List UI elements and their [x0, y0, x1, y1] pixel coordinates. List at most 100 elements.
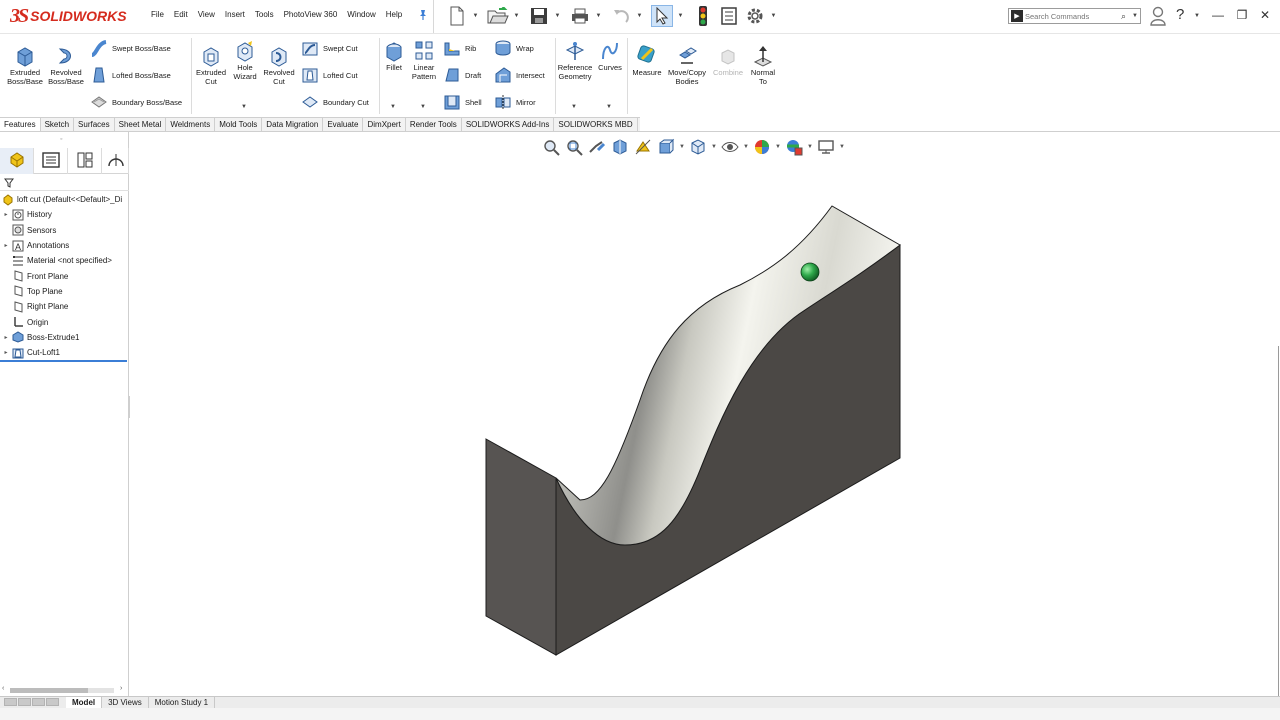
search-commands-input[interactable]	[1025, 11, 1121, 21]
tree-item-history[interactable]: ▸ History	[0, 207, 129, 222]
close-button[interactable]: ✕	[1257, 8, 1273, 24]
tab-render-tools[interactable]: Render Tools	[406, 118, 462, 131]
open-dropdown-icon[interactable]: ▼	[513, 5, 520, 27]
tree-item-cut-loft1[interactable]: ▸ Cut-Loft1	[0, 345, 129, 360]
display-style-dropdown-icon[interactable]: ▼	[711, 144, 717, 150]
last-tab-icon[interactable]	[46, 697, 59, 706]
reference-geometry-dropdown-icon[interactable]: ▼	[571, 104, 577, 110]
select-arrow-icon[interactable]	[651, 5, 673, 27]
tree-item-front-plane[interactable]: Front Plane	[0, 268, 129, 283]
tree-item-boss-extrude1[interactable]: ▸ Boss-Extrude1	[0, 330, 129, 345]
print-icon[interactable]	[569, 5, 591, 27]
tab-weldments[interactable]: Weldments	[166, 118, 216, 131]
reference-geometry-button[interactable]: Reference Geometry	[556, 39, 594, 81]
undo-icon[interactable]	[610, 5, 632, 27]
revolved-boss-button[interactable]: Revolved Boss/Base	[46, 44, 86, 86]
menu-edit[interactable]: Edit	[169, 10, 193, 19]
expand-arrow-icon[interactable]: ▸	[0, 334, 12, 341]
rib-button[interactable]: Rib	[442, 38, 476, 58]
options-dropdown-icon[interactable]: ▼	[770, 5, 777, 27]
shell-button[interactable]: Shell	[442, 92, 482, 112]
hide-show-items-icon[interactable]	[720, 137, 740, 157]
dimxpert-manager-tab[interactable]	[102, 148, 129, 174]
search-commands-box[interactable]: ▶ ⌕ ▼	[1008, 8, 1141, 24]
curves-dropdown-icon[interactable]: ▼	[606, 104, 612, 110]
file-properties-icon[interactable]	[718, 5, 740, 27]
search-icon[interactable]: ⌕	[1121, 11, 1132, 22]
user-account-icon[interactable]	[1150, 6, 1166, 26]
view-settings-icon[interactable]	[816, 137, 836, 157]
hole-wizard-dropdown-icon[interactable]: ▼	[241, 104, 247, 110]
save-icon[interactable]	[528, 5, 550, 27]
feature-manager-tab[interactable]	[0, 148, 34, 174]
curves-button[interactable]: Curves	[596, 39, 624, 73]
extruded-cut-button[interactable]: Extruded Cut	[192, 44, 230, 86]
boundary-boss-button[interactable]: Boundary Boss/Base	[89, 92, 182, 112]
tree-root-part[interactable]: loft cut (Default<<Default>_Di	[0, 192, 129, 207]
tab-navigation-arrows[interactable]	[4, 697, 66, 708]
expand-arrow-icon[interactable]: ▸	[0, 242, 12, 249]
lofted-cut-button[interactable]: Lofted Cut	[300, 65, 358, 85]
tab-evaluate[interactable]: Evaluate	[323, 118, 364, 131]
move-copy-bodies-button[interactable]: Move/Copy Bodies	[664, 44, 710, 86]
hole-wizard-button[interactable]: Hole Wizard	[229, 39, 261, 81]
scroll-left-icon[interactable]: ‹	[2, 685, 4, 692]
fillet-button[interactable]: Fillet	[382, 39, 406, 73]
apply-scene-icon[interactable]	[784, 137, 804, 157]
intersect-button[interactable]: Intersect	[493, 65, 545, 85]
tab-model[interactable]: Model	[66, 697, 103, 708]
pin-menu-icon[interactable]	[418, 9, 428, 21]
search-dropdown-icon[interactable]: ▼	[1132, 13, 1140, 19]
filter-icon[interactable]	[4, 178, 14, 188]
menu-file[interactable]: File	[146, 10, 169, 19]
appearance-dropdown-icon[interactable]: ▼	[775, 144, 781, 150]
search-scope-icon[interactable]: ▶	[1011, 10, 1023, 22]
save-dropdown-icon[interactable]: ▼	[554, 5, 561, 27]
scroll-right-icon[interactable]: ›	[120, 685, 122, 692]
tree-item-annotations[interactable]: ▸ A Annotations	[0, 238, 129, 253]
graphics-area[interactable]	[130, 132, 1280, 696]
minimize-button[interactable]: —	[1210, 8, 1226, 24]
view-settings-dropdown-icon[interactable]: ▼	[839, 144, 845, 150]
panel-grip-icon[interactable]: ◦	[60, 136, 62, 143]
menu-window[interactable]: Window	[342, 10, 380, 19]
expand-arrow-icon[interactable]: ▸	[0, 349, 12, 356]
solidworks-logo[interactable]: 3S SOLIDWORKS	[10, 4, 127, 28]
pattern-dropdown-icon[interactable]: ▼	[420, 104, 426, 110]
options-gear-icon[interactable]	[744, 5, 766, 27]
boundary-cut-button[interactable]: Boundary Cut	[300, 92, 369, 112]
mirror-button[interactable]: Mirror	[493, 92, 536, 112]
undo-dropdown-icon[interactable]: ▼	[636, 5, 643, 27]
view-orientation-dropdown-icon[interactable]: ▼	[679, 144, 685, 150]
section-view-icon[interactable]	[610, 137, 630, 157]
linear-pattern-button[interactable]: Linear Pattern	[408, 39, 440, 81]
swept-boss-button[interactable]: Swept Boss/Base	[89, 38, 171, 58]
rollback-bar[interactable]	[0, 360, 127, 362]
tab-motion-study-1[interactable]: Motion Study 1	[149, 697, 216, 708]
tab-mold-tools[interactable]: Mold Tools	[215, 118, 263, 131]
measure-button[interactable]: Measure	[630, 44, 664, 78]
view-orientation-icon[interactable]	[656, 137, 676, 157]
tab-solidworks-mbd[interactable]: SOLIDWORKS MBD	[554, 118, 638, 131]
draft-button[interactable]: Draft	[442, 65, 481, 85]
expand-arrow-icon[interactable]: ▸	[0, 211, 12, 218]
scroll-thumb[interactable]	[10, 688, 88, 693]
tree-item-origin[interactable]: Origin	[0, 314, 129, 329]
open-folder-icon[interactable]	[487, 5, 509, 27]
zoom-to-area-icon[interactable]	[564, 137, 584, 157]
restore-button[interactable]: ❐	[1234, 8, 1250, 24]
menu-help[interactable]: Help	[381, 10, 407, 19]
tab-sketch[interactable]: Sketch	[41, 118, 75, 131]
extruded-boss-button[interactable]: Extruded Boss/Base	[4, 44, 46, 86]
select-dropdown-icon[interactable]: ▼	[677, 5, 684, 27]
rebuild-traffic-light-icon[interactable]	[692, 5, 714, 27]
fillet-dropdown-icon[interactable]: ▼	[390, 104, 396, 110]
tab-dimxpert[interactable]: DimXpert	[363, 118, 406, 131]
normal-to-button[interactable]: Normal To	[746, 44, 780, 86]
edit-appearance-icon[interactable]	[752, 137, 772, 157]
print-dropdown-icon[interactable]: ▼	[595, 5, 602, 27]
tab-3d-views[interactable]: 3D Views	[102, 697, 149, 708]
revolved-cut-button[interactable]: Revolved Cut	[261, 44, 297, 86]
tab-data-migration[interactable]: Data Migration	[262, 118, 324, 131]
tab-surfaces[interactable]: Surfaces	[74, 118, 115, 131]
